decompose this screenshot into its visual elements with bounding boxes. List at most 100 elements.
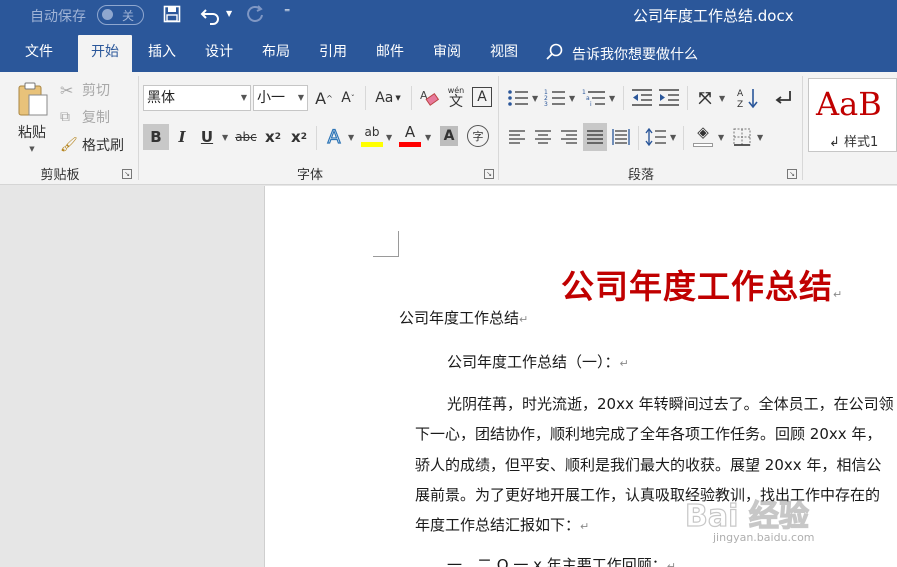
multilevel-dropdown-icon[interactable]: ▼ [609,94,615,103]
align-right-button[interactable] [558,124,580,150]
autosave-label: 自动保存 [30,9,86,25]
show-hide-button[interactable] [772,86,796,110]
enclose-characters-icon: 字 [472,130,484,143]
paste-button[interactable]: 粘贴 ▼ [10,78,54,156]
borders-button[interactable] [731,124,753,150]
document-heading[interactable]: 公司年度工作总结↵ [561,260,842,308]
strikethrough-button[interactable]: abc [234,124,258,150]
tab-home[interactable]: 开始 [78,35,132,72]
superscript-mark: 2 [300,132,307,142]
doc-line[interactable]: 公司年度工作总结↵ [399,307,528,328]
doc-line[interactable]: 骄人的成绩，但平安、顺利是我们最大的收获。展望 20xx 年，相信公 [415,454,881,475]
style-gallery-item[interactable]: AaB ↲ 样式1 [808,78,897,152]
increase-indent-icon [659,89,679,106]
divider [687,86,688,110]
tab-insert[interactable]: 插入 [136,32,188,72]
bullets-dropdown-icon[interactable]: ▼ [532,94,538,103]
navigation-pane-area [0,186,265,567]
character-border-button[interactable]: A [472,87,492,107]
cut-button[interactable]: ✂ 剪切 [60,79,130,101]
font-color-dropdown-icon[interactable]: ▼ [425,133,431,142]
bold-button[interactable]: B [143,124,169,150]
format-painter-button[interactable]: 🖌 格式刷 [60,134,134,156]
tab-view[interactable]: 视图 [478,32,530,72]
tab-file[interactable]: 文件 [10,32,68,72]
change-case-button[interactable]: Aa ▼ [371,86,405,110]
customize-qat-icon[interactable]: ⁼ [284,5,290,19]
multilevel-list-button[interactable]: 1ai [581,86,607,110]
numbering-dropdown-icon[interactable]: ▼ [569,94,575,103]
font-size-combo[interactable]: 小一 ▼ [253,85,308,111]
font-launcher-icon[interactable]: ↘ [484,169,494,179]
autosave-toggle[interactable]: 关 [97,5,144,25]
copy-button[interactable]: ⧉ 复制 [60,106,130,128]
italic-button[interactable]: I [172,124,192,150]
svg-text:A: A [737,89,744,99]
tab-references[interactable]: 引用 [307,32,359,72]
line-spacing-button[interactable] [644,124,668,150]
style-name: ↲ 样式1 [829,135,879,150]
asian-layout-button[interactable]: ⤧ [693,86,717,110]
copy-icon: ⧉ [60,109,70,125]
paragraph-launcher-icon[interactable]: ↘ [787,169,797,179]
justify-button[interactable] [583,123,607,151]
grow-font-button[interactable]: A ^ [313,86,335,110]
paragraph-mark: ↵ [580,520,590,533]
doc-line[interactable]: 下一心，团结协作，顺利地完成了全年各项工作任务。回顾 20xx 年， [415,423,881,444]
tab-design[interactable]: 设计 [193,32,245,72]
borders-icon [733,128,751,146]
doc-line[interactable]: 公司年度工作总结（一）：↵ [447,351,629,372]
numbering-button[interactable]: 123 [543,86,567,110]
phonetic-guide-button[interactable]: wén 文 [444,84,468,112]
document-page[interactable]: 公司年度工作总结↵ 公司年度工作总结↵ 公司年度工作总结（一）：↵ 光阴荏苒，时… [265,186,897,567]
text-effects-dropdown-icon[interactable]: ▼ [348,133,354,142]
subscript-mark: 2 [274,132,281,142]
clear-formatting-button[interactable]: A [418,85,442,111]
doc-line[interactable]: 展前景。为了更好地开展工作，认真吸取经验教训，找出工作中存在的 [415,484,880,505]
text-effects-button[interactable]: A [322,124,346,150]
decrease-indent-button[interactable] [630,86,654,110]
font-name-combo[interactable]: 黑体 ▼ [143,85,251,111]
copy-label: 复制 [82,110,110,126]
tab-mailings[interactable]: 邮件 [364,32,416,72]
distributed-button[interactable] [610,124,632,150]
tab-review[interactable]: 审阅 [421,32,473,72]
paste-dropdown-icon: ▼ [29,145,35,153]
undo-icon[interactable] [200,4,222,26]
borders-dropdown-icon[interactable]: ▼ [757,133,763,142]
line-spacing-dropdown-icon[interactable]: ▼ [670,133,676,142]
highlight-button[interactable]: ab [360,122,384,150]
underline-button[interactable]: U [197,124,217,150]
shading-dropdown-icon[interactable]: ▼ [718,133,724,142]
increase-indent-button[interactable] [657,86,681,110]
save-icon[interactable] [163,5,183,25]
clipboard-launcher-icon[interactable]: ↘ [122,169,132,179]
enclose-characters-button[interactable]: 字 [467,125,489,147]
font-color-button[interactable]: A [398,122,422,150]
margin-crop-mark [373,231,399,257]
doc-line[interactable]: 年度工作总结汇报如下：↵ [415,514,589,535]
shrink-font-button[interactable]: Aˇ [337,86,359,110]
underline-dropdown-icon[interactable]: ▼ [222,133,228,142]
highlight-dropdown-icon[interactable]: ▼ [386,133,392,142]
align-center-button[interactable] [532,124,554,150]
subscript-button[interactable]: x2 [262,124,284,150]
align-left-button[interactable] [506,124,528,150]
paragraph-mark-icon [775,91,791,104]
doc-line[interactable]: 光阴荏苒，时光流逝，20xx 年转瞬间过去了。全体员工，在公司领 [447,393,894,414]
shading-button[interactable]: ◈ [690,122,716,150]
tab-layout[interactable]: 布局 [250,32,302,72]
superscript-button[interactable]: x2 [288,124,310,150]
undo-dropdown-icon[interactable]: ▼ [226,9,232,18]
asian-layout-icon: ⤧ [698,88,712,107]
autosave-state: 关 [122,9,135,23]
redo-icon[interactable] [244,4,266,26]
character-shading-button[interactable]: A [440,126,458,146]
asian-layout-dropdown-icon[interactable]: ▼ [719,94,725,103]
bullets-button[interactable] [506,86,530,110]
doc-line[interactable]: 一、二 O 一 x 年主要工作回顾：↵ [447,554,676,567]
search-icon[interactable] [545,42,565,62]
paragraph-mark: ↵ [666,560,676,567]
tell-me-box[interactable]: 告诉我你想要做什么 [572,44,698,64]
sort-button[interactable]: AZ [736,84,760,112]
